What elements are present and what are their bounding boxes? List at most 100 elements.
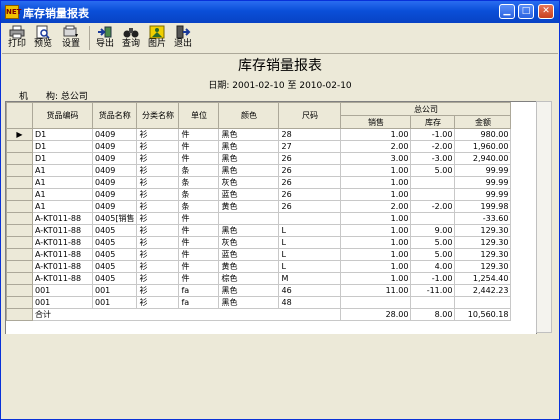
cell-size[interactable]: 26 bbox=[278, 152, 342, 165]
cell-code[interactable]: 001 bbox=[32, 296, 93, 309]
cell-category[interactable]: 衫 bbox=[136, 176, 180, 189]
maximize-button[interactable]: □ bbox=[518, 4, 534, 19]
cell-color[interactable]: 黄色 bbox=[218, 260, 280, 273]
cell-stock[interactable] bbox=[410, 212, 456, 225]
cell-size[interactable]: 26 bbox=[278, 176, 342, 189]
cell-color[interactable]: 灰色 bbox=[218, 236, 280, 249]
table-row[interactable]: D1 0409 衫件黑色 26 3.00 -3.00 2,940.00 bbox=[6, 152, 512, 165]
table-row[interactable]: A1 0409 衫条蓝色 26 1.00 99.99 bbox=[6, 188, 512, 201]
cell-color[interactable]: 黑色 bbox=[218, 140, 280, 153]
header-color[interactable]: 颜色 bbox=[218, 102, 280, 129]
cell-unit[interactable]: 件 bbox=[178, 152, 220, 165]
cell-code[interactable]: 001 bbox=[32, 284, 93, 297]
cell-name[interactable]: 0405 bbox=[91, 248, 138, 261]
cell-code[interactable]: A-KT011-88 bbox=[32, 224, 93, 237]
cell-size[interactable]: L bbox=[278, 224, 342, 237]
header-code[interactable]: 货品编码 bbox=[32, 102, 93, 129]
header-stock[interactable]: 库存 bbox=[410, 115, 456, 129]
cell-stock[interactable]: 9.00 bbox=[410, 224, 456, 237]
cell-unit[interactable]: 条 bbox=[178, 164, 220, 177]
table-row[interactable]: A-KT011-88 0405 衫件蓝色 L 1.00 5.00 129.30 bbox=[6, 248, 512, 261]
table-row[interactable]: A1 0409 衫条黑色 26 1.00 5.00 99.99 bbox=[6, 164, 512, 177]
cell-sales[interactable]: 1.00 bbox=[340, 248, 412, 261]
cell-category[interactable]: 衫 bbox=[136, 188, 180, 201]
cell-category[interactable]: 衫 bbox=[136, 128, 180, 141]
cell-category[interactable]: 衫 bbox=[136, 152, 180, 165]
cell-category[interactable]: 衫 bbox=[136, 284, 180, 297]
cell-unit[interactable]: 件 bbox=[178, 224, 220, 237]
cell-sales[interactable]: 1.00 bbox=[340, 176, 412, 189]
cell-size[interactable]: L bbox=[278, 236, 342, 249]
cell-amount[interactable]: 2,442.23 bbox=[454, 284, 512, 297]
table-row[interactable]: A-KT011-88 0405 衫件黄色 L 1.00 4.00 129.30 bbox=[6, 260, 512, 273]
cell-code[interactable]: A-KT011-88 bbox=[32, 272, 93, 285]
cell-size[interactable]: 26 bbox=[278, 200, 342, 213]
cell-stock[interactable]: -1.00 bbox=[410, 128, 456, 141]
cell-unit[interactable]: 件 bbox=[178, 260, 220, 273]
cell-stock[interactable]: 5.00 bbox=[410, 164, 456, 177]
cell-stock[interactable]: -1.00 bbox=[410, 272, 456, 285]
cell-unit[interactable]: fa bbox=[178, 284, 220, 297]
cell-sales[interactable]: 3.00 bbox=[340, 152, 412, 165]
cell-name[interactable]: 0409 bbox=[91, 128, 138, 141]
table-row[interactable]: ▶ D1 0409 衫件黑色 28 1.00 -1.00 980.00 bbox=[6, 128, 512, 141]
cell-name[interactable]: 0409 bbox=[91, 140, 138, 153]
exit-button[interactable]: 退出 bbox=[172, 25, 194, 51]
header-size[interactable]: 尺码 bbox=[278, 102, 342, 129]
title-bar[interactable]: NET 库存销量报表 ▁ □ ✕ bbox=[1, 1, 559, 23]
cell-name[interactable]: 0405 bbox=[91, 272, 138, 285]
cell-name[interactable]: 0405 bbox=[91, 236, 138, 249]
cell-name[interactable]: 0409 bbox=[91, 188, 138, 201]
cell-stock[interactable] bbox=[410, 188, 456, 201]
cell-amount[interactable] bbox=[454, 296, 512, 309]
header-category[interactable]: 分类名称 bbox=[136, 102, 180, 129]
cell-code[interactable]: A1 bbox=[32, 188, 93, 201]
cell-category[interactable]: 衫 bbox=[136, 164, 180, 177]
cell-code[interactable]: D1 bbox=[32, 152, 93, 165]
cell-sales[interactable]: 1.00 bbox=[340, 272, 412, 285]
header-name[interactable]: 货品名称 bbox=[91, 102, 138, 129]
cell-color[interactable]: 棕色 bbox=[218, 272, 280, 285]
cell-name[interactable]: 001 bbox=[91, 296, 138, 309]
cell-color[interactable]: 蓝色 bbox=[218, 248, 280, 261]
cell-color[interactable]: 黄色 bbox=[218, 200, 280, 213]
cell-stock[interactable] bbox=[410, 176, 456, 189]
cell-category[interactable]: 衫 bbox=[136, 212, 180, 225]
cell-code[interactable]: A1 bbox=[32, 164, 93, 177]
cell-sales[interactable] bbox=[340, 296, 412, 309]
cell-color[interactable]: 蓝色 bbox=[218, 188, 280, 201]
report-grid[interactable]: 货品编码 货品名称 分类名称 单位 颜色 尺码 总公司 销售 库存 金额 ▶ D1… bbox=[5, 101, 537, 335]
cell-amount[interactable]: 99.99 bbox=[454, 164, 512, 177]
cell-size[interactable]: 48 bbox=[278, 296, 342, 309]
cell-unit[interactable]: 件 bbox=[178, 128, 220, 141]
table-row[interactable]: A1 0409 衫条黄色 26 2.00 -2.00 199.98 bbox=[6, 200, 512, 213]
header-sales[interactable]: 销售 bbox=[340, 115, 412, 129]
table-row[interactable]: A-KT011-88 0405 衫件灰色 L 1.00 5.00 129.30 bbox=[6, 236, 512, 249]
cell-sales[interactable]: 2.00 bbox=[340, 200, 412, 213]
cell-category[interactable]: 衫 bbox=[136, 140, 180, 153]
cell-color[interactable]: 灰色 bbox=[218, 176, 280, 189]
cell-amount[interactable]: 2,940.00 bbox=[454, 152, 512, 165]
table-row[interactable]: A1 0409 衫条灰色 26 1.00 99.99 bbox=[6, 176, 512, 189]
cell-stock[interactable] bbox=[410, 296, 456, 309]
cell-sales[interactable]: 2.00 bbox=[340, 140, 412, 153]
cell-stock[interactable]: 4.00 bbox=[410, 260, 456, 273]
cell-amount[interactable]: 1,960.00 bbox=[454, 140, 512, 153]
cell-size[interactable] bbox=[278, 212, 342, 225]
cell-sales[interactable]: 1.00 bbox=[340, 224, 412, 237]
table-row[interactable]: 001 001 衫 fa 黑色 46 11.00 -11.00 2,442.23 bbox=[6, 284, 512, 297]
cell-sales[interactable]: 1.00 bbox=[340, 212, 412, 225]
cell-name[interactable]: 0409 bbox=[91, 200, 138, 213]
cell-amount[interactable]: 129.30 bbox=[454, 260, 512, 273]
cell-code[interactable]: A-KT011-88 bbox=[32, 260, 93, 273]
minimize-button[interactable]: ▁ bbox=[499, 4, 515, 19]
cell-unit[interactable]: 件 bbox=[178, 140, 220, 153]
cell-code[interactable]: A1 bbox=[32, 176, 93, 189]
cell-color[interactable]: 黑色 bbox=[218, 224, 280, 237]
cell-size[interactable]: 27 bbox=[278, 140, 342, 153]
table-row[interactable]: A-KT011-88 0405 衫件黑色 L 1.00 9.00 129.30 bbox=[6, 224, 512, 237]
cell-name[interactable]: 0405 bbox=[91, 260, 138, 273]
cell-category[interactable]: 衫 bbox=[136, 248, 180, 261]
cell-category[interactable]: 衫 bbox=[136, 260, 180, 273]
cell-size[interactable]: L bbox=[278, 260, 342, 273]
